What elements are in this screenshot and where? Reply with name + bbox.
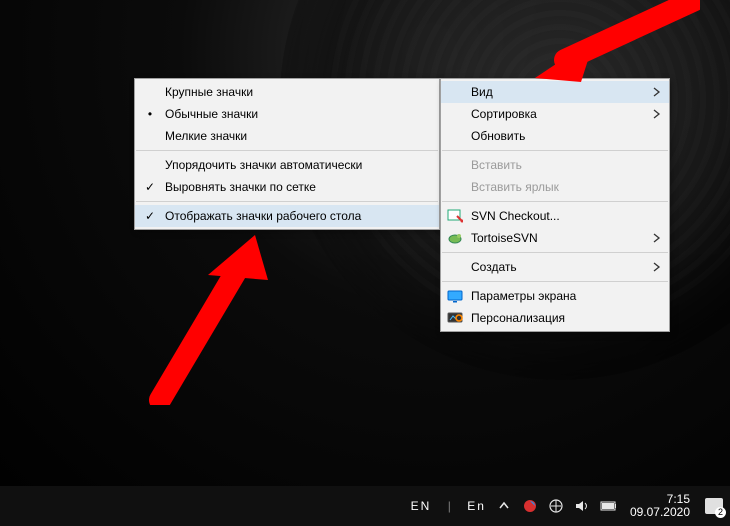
notification-count: 2 [715, 507, 726, 518]
chevron-right-icon [653, 232, 661, 246]
tray-separator-icon: | [441, 498, 457, 514]
menu-item-label: Обновить [471, 129, 525, 143]
menu-item-label: Выровнять значки по сетке [165, 180, 316, 194]
menu-item-label: Параметры экрана [471, 289, 576, 303]
personalize-icon [447, 310, 463, 326]
radio-mark: • [143, 107, 157, 121]
tray-date: 09.07.2020 [630, 506, 690, 519]
menu-item-paste: Вставить [441, 154, 669, 176]
menu-separator [442, 281, 668, 282]
tray-action-center[interactable]: 2 [704, 496, 724, 516]
menu-item-show-desktop-icons[interactable]: ✓ Отображать значки рабочего стола [135, 205, 439, 227]
chevron-right-icon [653, 261, 661, 275]
menu-item-label: TortoiseSVN [471, 231, 538, 245]
menu-item-label: Мелкие значки [165, 129, 247, 143]
tray-chevron-up-icon[interactable] [496, 498, 512, 514]
menu-item-label: Вставить [471, 158, 522, 172]
menu-separator [442, 150, 668, 151]
menu-separator [136, 150, 438, 151]
menu-item-sort[interactable]: Сортировка [441, 103, 669, 125]
menu-item-paste-shortcut: Вставить ярлык [441, 176, 669, 198]
tortoisesvn-icon [447, 230, 463, 246]
tray-volume-icon[interactable] [574, 498, 590, 514]
menu-item-medium-icons[interactable]: • Обычные значки [135, 103, 439, 125]
menu-separator [442, 252, 668, 253]
menu-item-label: SVN Checkout... [471, 209, 560, 223]
menu-item-label: Вставить ярлык [471, 180, 559, 194]
menu-item-personalize[interactable]: Персонализация [441, 307, 669, 329]
menu-item-label: Вид [471, 85, 493, 99]
menu-item-small-icons[interactable]: Мелкие значки [135, 125, 439, 147]
context-submenu-view: Крупные значки • Обычные значки Мелкие зн… [134, 78, 440, 230]
display-settings-icon [447, 288, 463, 304]
menu-separator [136, 201, 438, 202]
menu-separator [442, 201, 668, 202]
menu-item-label: Создать [471, 260, 517, 274]
tray-network-icon[interactable] [548, 498, 564, 514]
menu-item-label: Упорядочить значки автоматически [165, 158, 362, 172]
menu-item-svn-checkout[interactable]: SVN Checkout... [441, 205, 669, 227]
check-mark: ✓ [143, 180, 157, 194]
menu-item-tortoisesvn[interactable]: TortoiseSVN [441, 227, 669, 249]
menu-item-auto-arrange[interactable]: Упорядочить значки автоматически [135, 154, 439, 176]
menu-item-label: Сортировка [471, 107, 537, 121]
menu-item-label: Отображать значки рабочего стола [165, 209, 361, 223]
desktop-context-menu: Вид Сортировка Обновить Вставить Вставит… [440, 78, 670, 332]
tray-language-2[interactable]: En [467, 499, 486, 513]
menu-item-label: Крупные значки [165, 85, 253, 99]
menu-item-label: Обычные значки [165, 107, 258, 121]
tray-battery-icon[interactable] [600, 498, 616, 514]
menu-item-display-settings[interactable]: Параметры экрана [441, 285, 669, 307]
menu-item-label: Персонализация [471, 311, 565, 325]
tray-clock[interactable]: 7:15 09.07.2020 [626, 493, 694, 519]
menu-item-view[interactable]: Вид [441, 81, 669, 103]
svn-checkout-icon [447, 208, 463, 224]
taskbar: EN | En 7:15 09.07.2020 2 [0, 486, 730, 526]
chevron-right-icon [653, 86, 661, 100]
chevron-right-icon [653, 108, 661, 122]
menu-item-large-icons[interactable]: Крупные значки [135, 81, 439, 103]
menu-item-refresh[interactable]: Обновить [441, 125, 669, 147]
menu-item-align-to-grid[interactable]: ✓ Выровнять значки по сетке [135, 176, 439, 198]
check-mark: ✓ [143, 209, 157, 223]
system-tray: EN | En 7:15 09.07.2020 2 [411, 486, 724, 526]
menu-item-new[interactable]: Создать [441, 256, 669, 278]
tray-app-icon[interactable] [522, 498, 538, 514]
tray-language-1[interactable]: EN [411, 499, 432, 513]
